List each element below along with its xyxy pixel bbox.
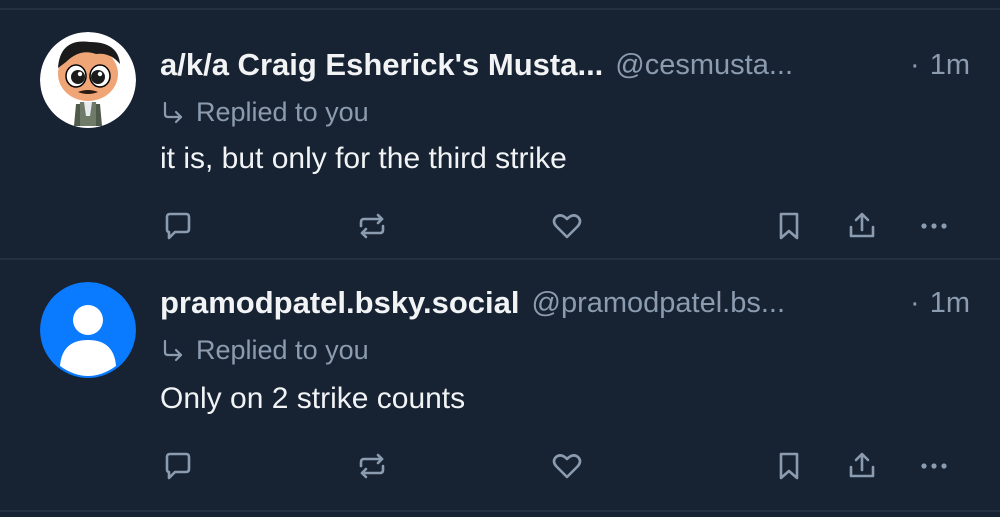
post-actions — [0, 204, 1000, 248]
post-actions — [0, 444, 1000, 488]
post-1[interactable]: a/k/a Craig Esherick's Musta... @cesmust… — [0, 10, 1000, 258]
replied-indicator: Replied to you — [160, 330, 369, 370]
bookmark-icon — [779, 452, 799, 480]
reply-button[interactable] — [156, 444, 200, 488]
divider — [0, 510, 1000, 512]
separator-dot: · — [910, 286, 920, 319]
post-text: Only on 2 strike counts — [160, 382, 466, 415]
replied-label: Replied to you — [196, 334, 369, 365]
repost-button[interactable] — [350, 444, 394, 488]
more-icon — [921, 463, 947, 469]
notification-feed: a/k/a Craig Esherick's Musta... @cesmust… — [0, 0, 1000, 517]
post-time[interactable]: 1m — [930, 49, 970, 82]
like-button[interactable] — [545, 204, 589, 248]
avatar[interactable] — [40, 32, 136, 128]
share-button[interactable] — [840, 204, 884, 248]
repost-icon — [359, 213, 385, 239]
replied-label: Replied to you — [196, 96, 369, 127]
post-header: a/k/a Craig Esherick's Musta... @cesmust… — [160, 40, 970, 90]
like-icon — [552, 454, 582, 479]
reply-icon — [165, 212, 191, 240]
repost-icon — [359, 453, 385, 479]
more-button[interactable] — [912, 204, 956, 248]
post-2[interactable]: pramodpatel.bsky.social @pramodpatel.bs.… — [0, 258, 1000, 506]
author-handle[interactable]: @pramodpatel.bs... — [532, 287, 786, 320]
default-user-avatar-icon — [40, 282, 136, 378]
reply-arrow-icon — [163, 339, 183, 362]
repost-button[interactable] — [350, 204, 394, 248]
bookmark-button[interactable] — [767, 444, 811, 488]
author-handle[interactable]: @cesmusta... — [615, 49, 793, 82]
share-icon — [849, 452, 875, 478]
reply-arrow-icon — [163, 101, 183, 124]
like-button[interactable] — [545, 444, 589, 488]
post-header: pramodpatel.bsky.social @pramodpatel.bs.… — [160, 278, 970, 328]
reply-icon — [165, 452, 191, 480]
more-button[interactable] — [912, 444, 956, 488]
share-icon — [849, 212, 875, 238]
share-button[interactable] — [840, 444, 884, 488]
replied-indicator: Replied to you — [160, 92, 369, 132]
bookmark-icon — [779, 212, 799, 240]
author-name[interactable]: pramodpatel.bsky.social — [160, 285, 520, 321]
reply-button[interactable] — [156, 204, 200, 248]
author-name[interactable]: a/k/a Craig Esherick's Musta... — [160, 47, 603, 83]
cartoon-avatar-icon — [40, 32, 136, 128]
separator-dot: · — [910, 48, 920, 81]
post-text: it is, but only for the third strike — [160, 142, 567, 175]
more-icon — [921, 223, 947, 229]
like-icon — [552, 214, 582, 239]
post-time[interactable]: 1m — [930, 287, 970, 320]
avatar[interactable] — [40, 282, 136, 378]
bookmark-button[interactable] — [767, 204, 811, 248]
